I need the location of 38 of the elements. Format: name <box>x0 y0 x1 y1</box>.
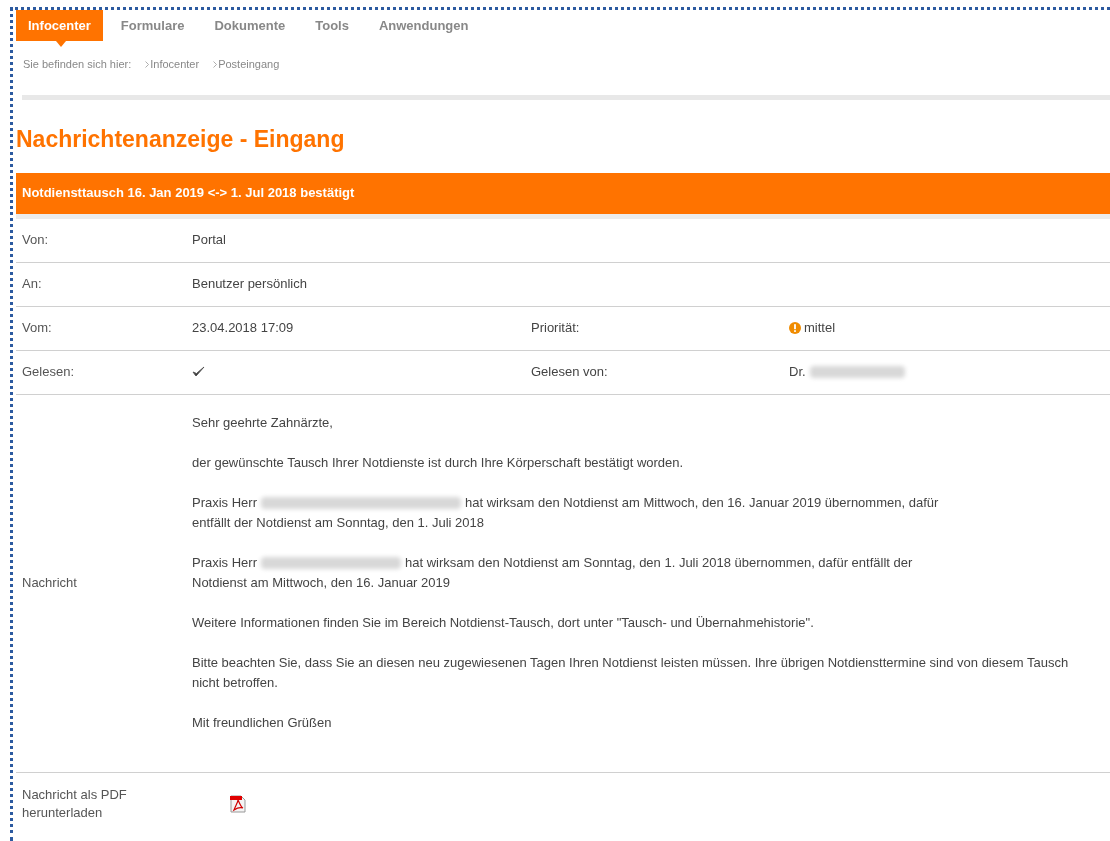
chevron-right-icon <box>213 60 218 68</box>
field-label: Priorität: <box>531 319 581 338</box>
nav-tab[interactable]: Infocenter <box>16 10 103 41</box>
message-subject: Notdiensttausch 16. Jan 2019 <-> 1. Jul 2018 bestätigt <box>16 172 1110 214</box>
nav-tab[interactable]: Tools <box>303 10 361 41</box>
nav-tab[interactable]: Formulare <box>108 10 197 41</box>
breadcrumb-link[interactable]: Infocenter <box>150 55 200 73</box>
field-value: Benutzer persönlich <box>192 275 307 294</box>
pdf-file-icon[interactable] <box>230 794 246 813</box>
tab-pointer-icon <box>56 41 66 47</box>
nav-tab[interactable]: Anwendungen <box>366 10 481 41</box>
breadcrumb-label: Sie befinden sich hier: <box>23 56 132 72</box>
message-text: Notdienst am Mittwoch, den 16. Januar 2019 <box>192 574 451 592</box>
message-paragraph: Bitte beachten Sie, dass Sie an diesen neu zugewiesenen Tagen Ihren Notdienst leisten müssen. Ihre übrigen Notdiensttermine sind von diesem Tausch nicht betroffen. <box>192 654 1070 692</box>
field-value: mittel <box>804 319 836 338</box>
chevron-right-icon <box>145 60 150 68</box>
field-value: Dr. <box>789 363 806 382</box>
field-label: Gelesen: <box>21 363 76 382</box>
field-value: 23.04.2018 17:09 <box>192 319 295 338</box>
field-label: Nachricht <box>21 574 78 593</box>
message-paragraph: Sehr geehrte Zahnärzte, <box>192 414 334 432</box>
message-text: entfällt der Notdienst am Sonntag, den 1. Juli 2018 <box>192 514 485 532</box>
field-label: An: <box>21 275 43 294</box>
message-paragraph: Weitere Informationen finden Sie im Bereich Notdienst-Tausch, dort unter "Tausch- und Übernahmehistorie". <box>192 614 815 632</box>
breadcrumb-link[interactable]: Posteingang <box>218 55 280 73</box>
field-label: Nachricht als PDF herunterladen <box>21 785 128 822</box>
message-paragraph: Mit freundlichen Grüßen <box>192 714 333 732</box>
field-label: Gelesen von: <box>531 363 609 382</box>
field-label: Vom: <box>21 319 53 338</box>
nav-tab[interactable]: Dokumente <box>202 10 298 41</box>
message-text: Praxis Herr <box>192 554 257 572</box>
message-text: hat wirksam den Notdienst am Mittwoch, den 16. Januar 2019 übernommen, dafür <box>465 494 939 512</box>
field-value: Portal <box>192 231 226 250</box>
field-label: Von: <box>21 231 50 250</box>
message-paragraph: der gewünschte Tausch Ihrer Notdienste ist durch Ihre Körperschaft bestätigt worden. <box>192 454 685 472</box>
page-title: Nachrichtenanzeige - Eingang <box>16 125 346 154</box>
message-text: hat wirksam den Notdienst am Sonntag, den 1. Juli 2018 übernommen, dafür entfällt der <box>405 554 913 572</box>
message-text: Praxis Herr <box>192 494 257 512</box>
